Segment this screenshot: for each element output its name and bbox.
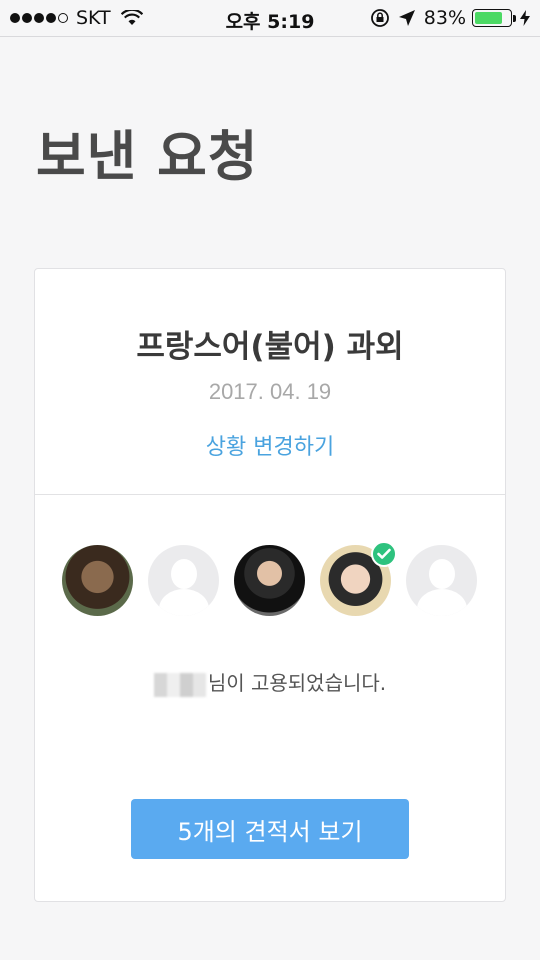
orientation-lock-icon <box>370 9 389 27</box>
request-card-header: 프랑스어(불어) 과외 2017. 04. 19 상황 변경하기 <box>35 269 505 495</box>
request-title: 프랑스어(불어) 과외 <box>136 329 404 365</box>
avatar[interactable] <box>62 545 133 616</box>
hired-message-text: 님이 고용되었습니다. <box>207 671 387 695</box>
charging-bolt-icon <box>520 10 530 26</box>
battery-icon <box>472 9 512 27</box>
battery-fill <box>475 12 502 24</box>
request-date: 2017. 04. 19 <box>208 379 332 404</box>
avatar[interactable] <box>234 545 305 616</box>
avatar-placeholder-icon[interactable] <box>406 545 477 616</box>
quote-avatars <box>62 541 492 616</box>
page-title: 보낸 요청 <box>36 125 259 188</box>
battery-percent: 83% <box>423 7 466 29</box>
blurred-name <box>153 672 206 697</box>
status-bar: SKT 오후 5:19 83% <box>0 0 540 37</box>
battery-cap <box>513 14 516 22</box>
hired-message: 님이 고용되었습니다. <box>35 667 505 697</box>
avatar-hired[interactable] <box>320 541 397 616</box>
view-quotes-button[interactable]: 5개의 견적서 보기 <box>131 799 409 859</box>
location-arrow-icon <box>398 10 415 26</box>
change-status-link[interactable]: 상황 변경하기 <box>35 429 505 461</box>
avatar-placeholder-icon[interactable] <box>148 545 219 616</box>
status-right: 83% <box>362 7 530 29</box>
hired-check-icon <box>371 541 397 567</box>
request-card: 프랑스어(불어) 과외 2017. 04. 19 상황 변경하기 님이 고용되었… <box>34 268 506 902</box>
